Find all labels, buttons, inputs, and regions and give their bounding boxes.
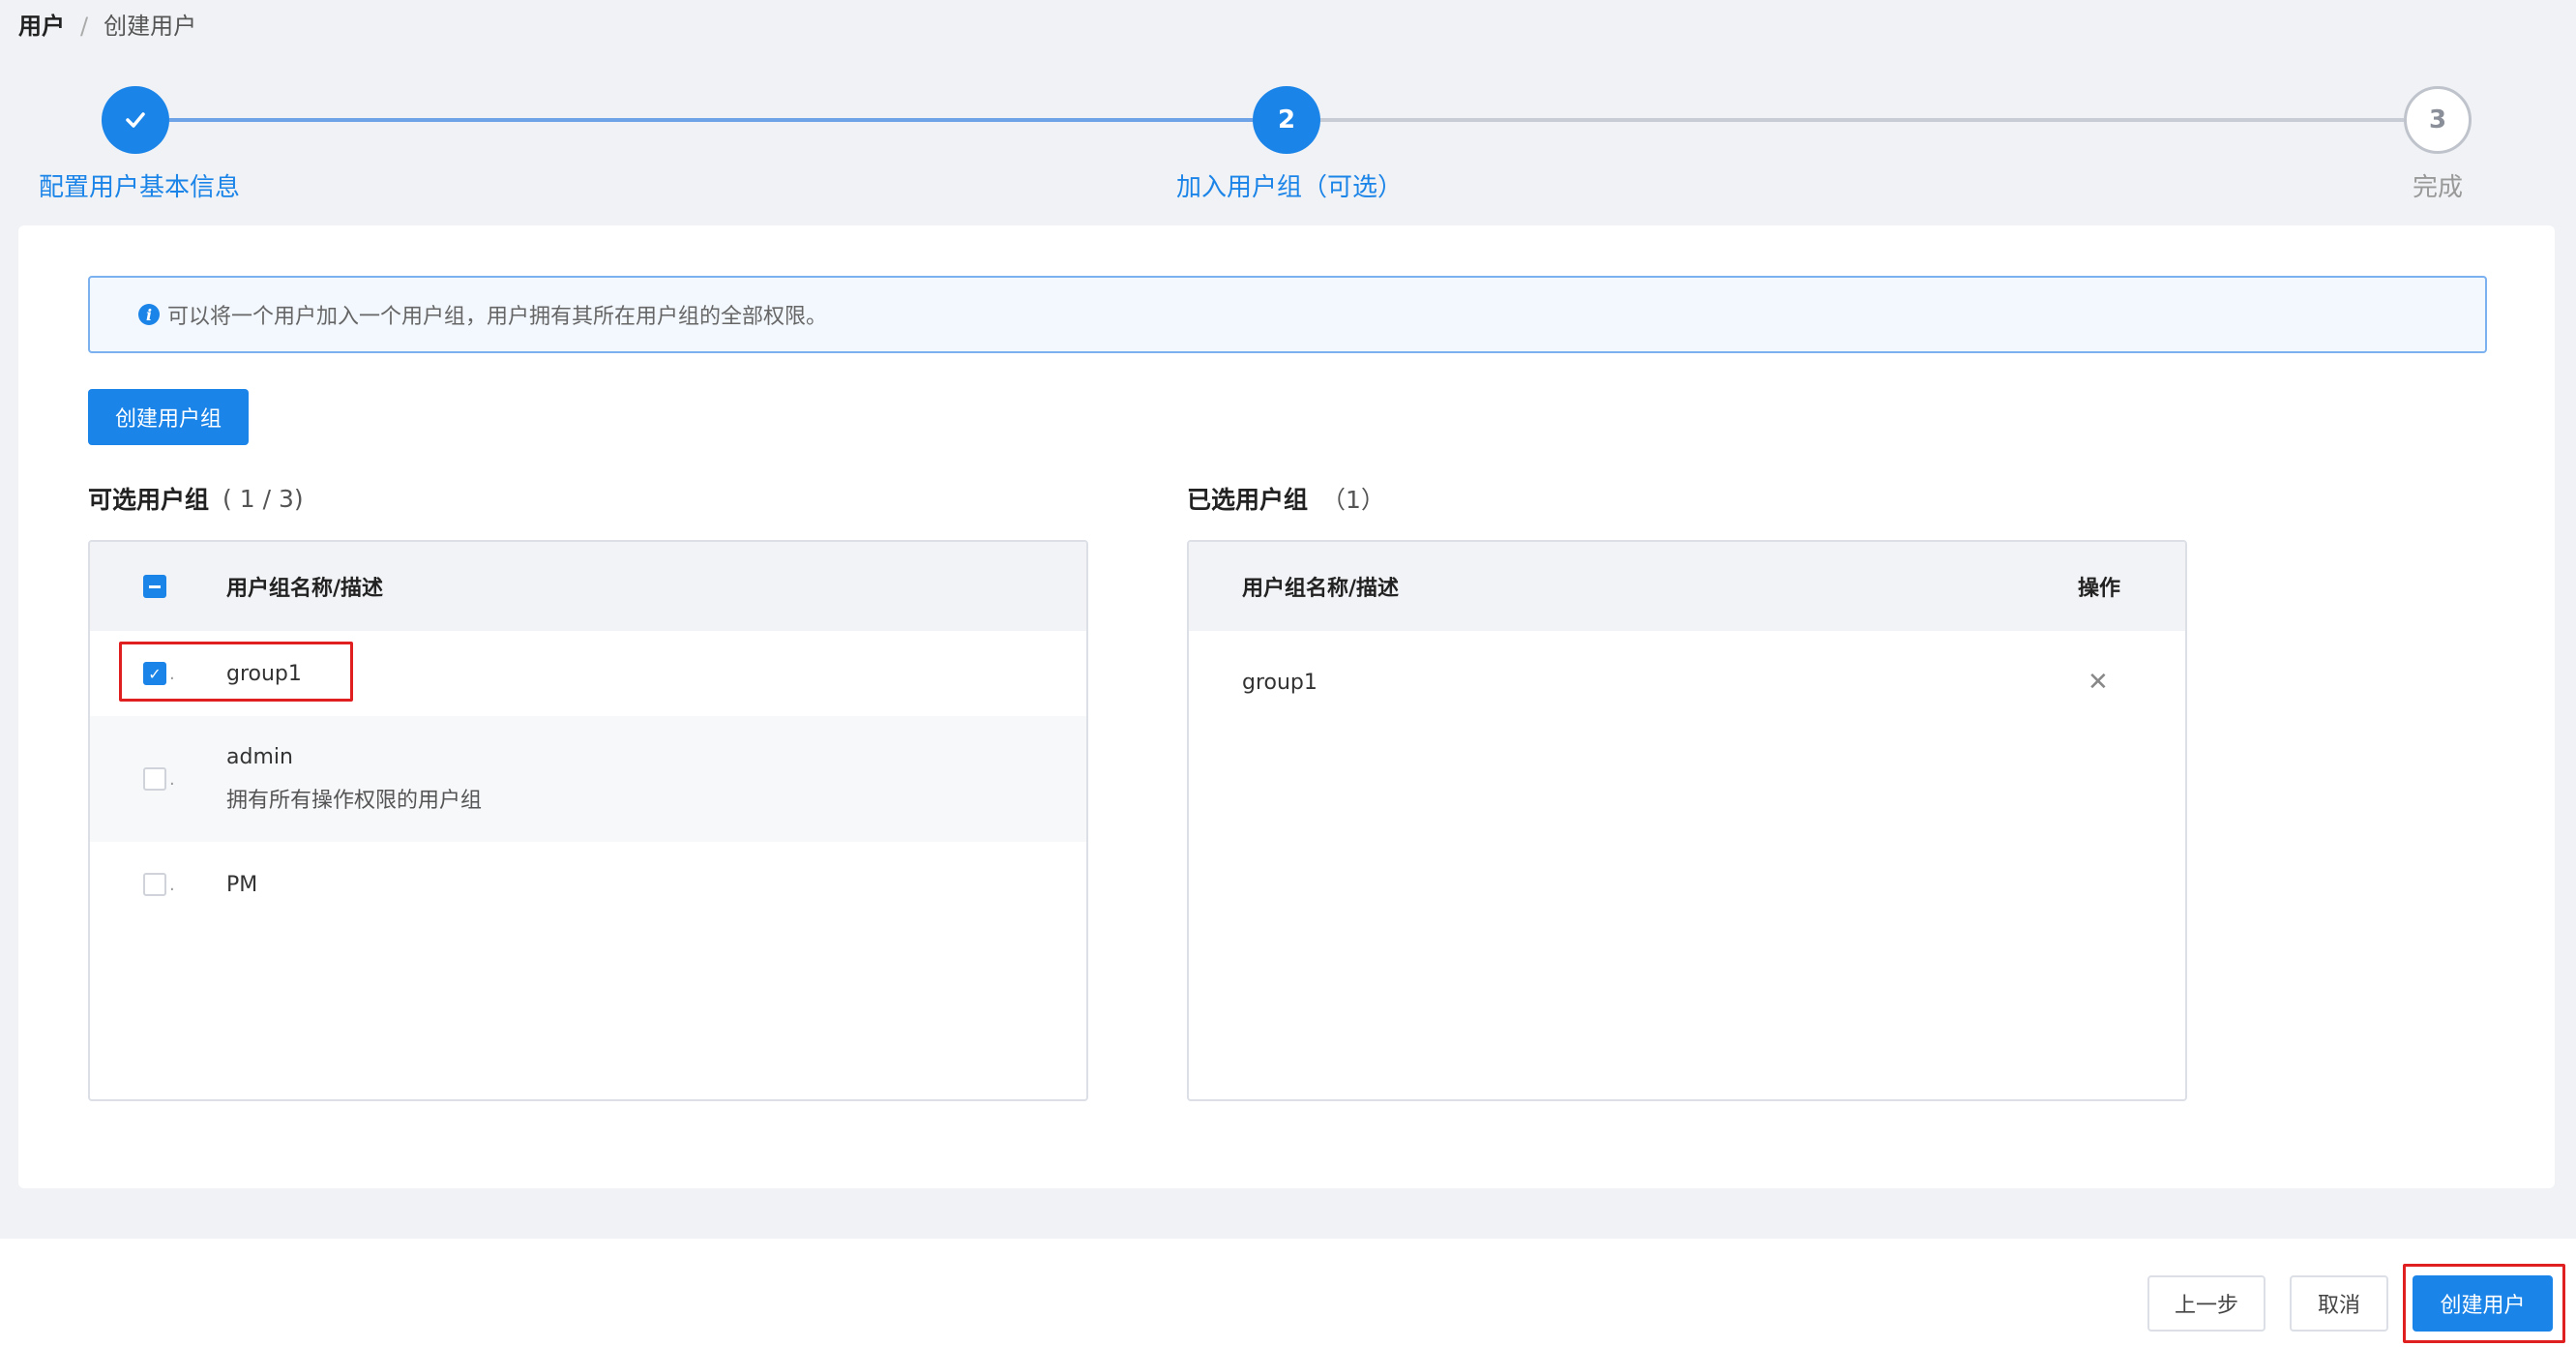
highlight-create-user xyxy=(2403,1264,2565,1343)
highlight-group1-row xyxy=(119,642,353,702)
prev-step-button[interactable]: 上一步 xyxy=(2147,1275,2265,1332)
selected-group1-name: group1 xyxy=(1242,670,1318,695)
close-icon[interactable]: ✕ xyxy=(2087,670,2109,695)
selected-groups-table: 用户组名称/描述 操作 group1 ✕ xyxy=(1187,540,2187,1101)
select-all-checkbox[interactable] xyxy=(143,575,166,598)
selected-groups-title-text: 已选用户组 xyxy=(1187,486,1309,514)
selected-groups-count: （1） xyxy=(1321,486,1385,514)
cancel-button[interactable]: 取消 xyxy=(2290,1275,2388,1332)
selected-header-name: 用户组名称/描述 xyxy=(1242,577,1400,601)
create-group-button[interactable]: 创建用户组 xyxy=(88,389,249,445)
admin-description: 拥有所有操作权限的用户组 xyxy=(226,788,483,813)
admin-checkbox[interactable] xyxy=(143,767,166,791)
step-connector-done xyxy=(169,118,1253,122)
step-2-label: 加入用户组（可选） xyxy=(1176,173,1404,202)
selected-header-action: 操作 xyxy=(2078,577,2121,601)
main-card: i 可以将一个用户加入一个用户组，用户拥有其所在用户组的全部权限。 创建用户组 … xyxy=(18,225,2555,1188)
breadcrumb: 用户 / 创建用户 xyxy=(18,10,196,43)
breadcrumb-root[interactable]: 用户 xyxy=(18,10,65,43)
pm-checkbox[interactable] xyxy=(143,873,166,896)
selected-table-header: 用户组名称/描述 操作 xyxy=(1189,542,2185,631)
available-table-header: 用户组名称/描述 xyxy=(90,542,1086,631)
admin-name: admin xyxy=(226,744,293,769)
available-header-name: 用户组名称/描述 xyxy=(226,577,384,601)
available-groups-title: 可选用户组 ( 1 / 3) xyxy=(88,481,304,516)
footer-bar: 上一步 取消 创建用户 xyxy=(0,1239,2576,1347)
step-1-label: 配置用户基本信息 xyxy=(39,173,241,202)
step-3-label: 完成 xyxy=(2413,173,2464,202)
available-groups-count: ( 1 / 3) xyxy=(222,484,304,513)
step-3-circle: 3 xyxy=(2404,86,2472,154)
step-2-circle: 2 xyxy=(1253,86,1320,154)
selected-row-group1: group1 ✕ xyxy=(1189,631,2185,733)
selected-groups-title: 已选用户组 （1） xyxy=(1187,481,1385,516)
pm-name: PM xyxy=(226,872,258,897)
step-connector-pending xyxy=(1320,118,2404,122)
info-alert-text: 可以将一个用户加入一个用户组，用户拥有其所在用户组的全部权限。 xyxy=(167,305,828,329)
admin-cell: admin 拥有所有操作权限的用户组 xyxy=(226,745,482,814)
steps-progress: 配置用户基本信息 2 加入用户组（可选） 3 完成 xyxy=(0,82,2576,208)
info-alert: i 可以将一个用户加入一个用户组，用户拥有其所在用户组的全部权限。 xyxy=(88,276,2487,353)
table-row-pm[interactable]: . PM xyxy=(90,842,1086,927)
breadcrumb-separator: / xyxy=(80,13,89,40)
available-groups-table: 用户组名称/描述 ✓ . group1 . admin 拥有所有操作权限的用户组… xyxy=(88,540,1088,1101)
available-groups-title-text: 可选用户组 xyxy=(88,486,210,514)
check-icon xyxy=(126,112,145,128)
breadcrumb-current: 创建用户 xyxy=(104,13,197,40)
table-row-admin[interactable]: . admin 拥有所有操作权限的用户组 xyxy=(90,716,1086,842)
checkbox-dot: . xyxy=(169,768,175,790)
checkbox-dot: . xyxy=(169,874,175,895)
step-1-circle xyxy=(102,86,169,154)
info-icon: i xyxy=(138,304,160,325)
